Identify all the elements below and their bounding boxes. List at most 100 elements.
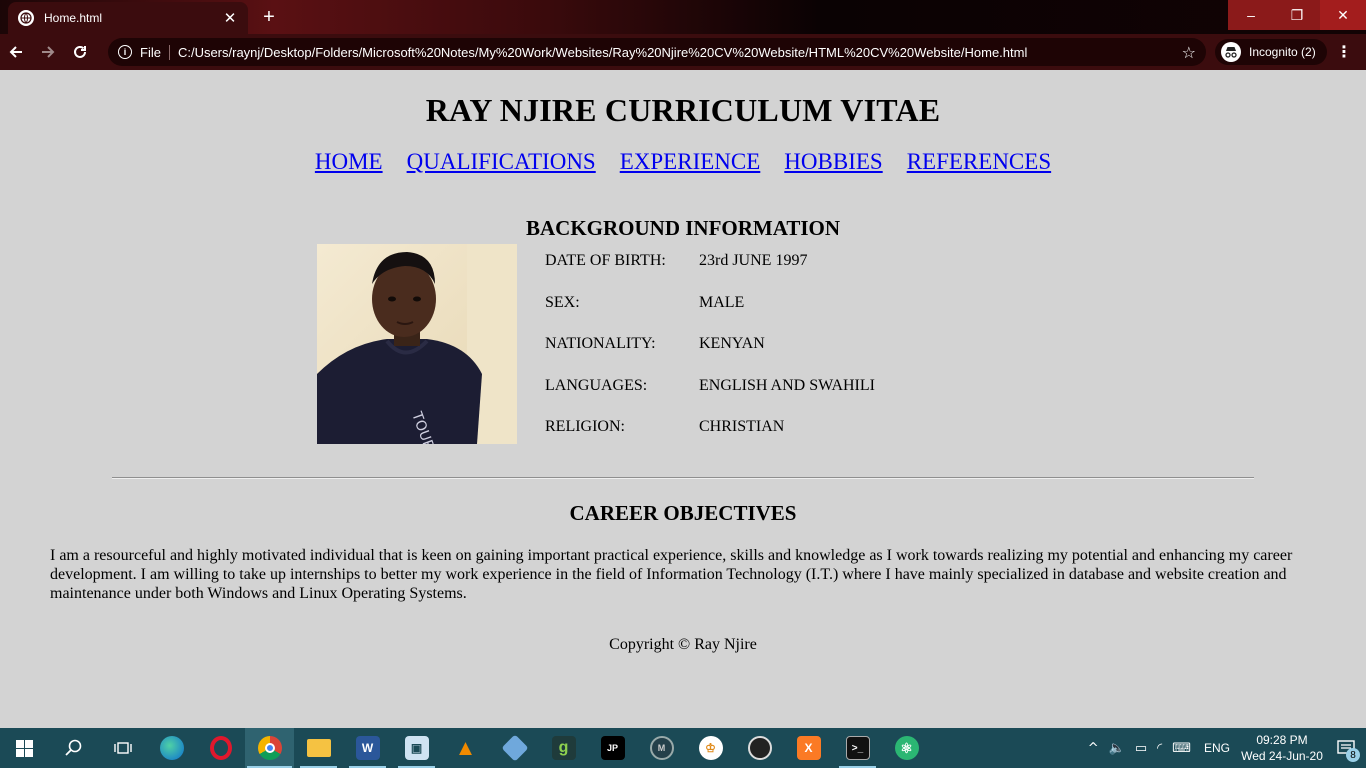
close-window-button[interactable]: ✕: [1320, 0, 1366, 30]
page-title: RAY NJIRE CURRICULUM VITAE: [425, 92, 941, 128]
taskbar-jetbrains[interactable]: JP: [588, 728, 637, 768]
info-value: 23rd JUNE 1997: [699, 252, 808, 269]
tab-title: Home.html: [44, 11, 103, 25]
background-heading: BACKGROUND INFORMATION: [525, 216, 841, 240]
info-row-languages: LANGUAGES: ENGLISH AND SWAHILI: [545, 377, 875, 419]
task-view-button[interactable]: [98, 728, 147, 768]
incognito-label: Incognito (2): [1249, 45, 1316, 59]
info-label: NATIONALITY:: [545, 335, 656, 353]
search-icon: [64, 739, 81, 756]
taskbar-virtualbox[interactable]: [490, 728, 539, 768]
notification-center-button[interactable]: 8: [1326, 728, 1366, 768]
taskbar-word[interactable]: W: [343, 728, 392, 768]
copyright-footer: Copyright © Ray Njire: [609, 636, 757, 653]
taskbar-vlc[interactable]: ▲: [441, 728, 490, 768]
g-app-icon: g: [551, 736, 576, 760]
taskbar: W ▣ ▲ g JP M ♔ X >_ ⚛ ^ 🔈 ▭ ◜ ⌨ ENG 09:2…: [0, 728, 1366, 768]
nav-link-hobbies[interactable]: HOBBIES: [784, 149, 882, 174]
speaker-icon[interactable]: 🔈: [1109, 741, 1125, 756]
window-controls: – ❐ ✕: [1228, 0, 1366, 30]
clock-time: 09:28 PM: [1256, 733, 1308, 747]
terminal-icon: >_: [845, 736, 870, 760]
wifi-icon[interactable]: ◜: [1157, 741, 1162, 756]
opera-icon: [209, 736, 232, 760]
battery-icon[interactable]: ▭: [1135, 741, 1147, 756]
taskbar-obs[interactable]: [735, 728, 784, 768]
arrow-left-icon: [9, 46, 22, 58]
arrow-right-icon: [42, 46, 55, 58]
back-button[interactable]: [0, 36, 32, 68]
clock-date: Wed 24-Jun-20: [1241, 749, 1323, 763]
new-tab-button[interactable]: +: [258, 6, 280, 29]
windows-logo-icon: [16, 739, 33, 757]
browser-titlebar: Home.html ✕ + – ❐ ✕: [0, 0, 1366, 34]
site-nav: HOME QUALIFICATIONS EXPERIENCE HOBBIES R…: [0, 149, 1366, 175]
minimize-button[interactable]: –: [1228, 0, 1274, 30]
seal-icon: M: [649, 736, 674, 760]
taskbar-opera[interactable]: [196, 728, 245, 768]
forward-button[interactable]: [32, 36, 64, 68]
nav-link-home[interactable]: HOME: [315, 149, 383, 174]
info-label: SEX:: [545, 293, 580, 311]
chevron-up-icon[interactable]: ^: [1088, 741, 1099, 756]
browser-toolbar: i File C:/Users/raynj/Desktop/Folders/Mi…: [0, 34, 1366, 70]
cube-icon: [500, 734, 529, 762]
crest-icon: ♔: [698, 736, 723, 760]
career-objectives-text: I am a resourceful and highly motivated …: [50, 547, 1293, 602]
clock[interactable]: 09:28 PM Wed 24-Jun-20: [1238, 732, 1326, 764]
web-page: RAY NJIRE CURRICULUM VITAE HOME QUALIFIC…: [0, 70, 1366, 728]
taskbar-xampp[interactable]: X: [784, 728, 833, 768]
nav-link-qualifications[interactable]: QUALIFICATIONS: [407, 149, 596, 174]
section-divider: [112, 477, 1254, 479]
language-indicator[interactable]: ENG: [1204, 741, 1230, 755]
background-info-table: DATE OF BIRTH: 23rd JUNE 1997 SEX: MALE …: [545, 252, 875, 460]
taskbar-app-seal[interactable]: M: [637, 728, 686, 768]
taskbar-edge[interactable]: [147, 728, 196, 768]
more-menu-icon[interactable]: ⋮: [1336, 42, 1352, 61]
reload-button[interactable]: [64, 36, 96, 68]
chrome-icon: [257, 736, 282, 760]
career-heading: CAREER OBJECTIVES: [569, 501, 797, 525]
incognito-icon: [1221, 42, 1241, 62]
nav-link-references[interactable]: REFERENCES: [907, 149, 1051, 174]
taskbar-remote-desktop[interactable]: ▣: [392, 728, 441, 768]
info-icon[interactable]: i: [118, 45, 132, 59]
info-row-nationality: NATIONALITY: KENYAN: [545, 335, 875, 377]
info-value: MALE: [699, 293, 745, 311]
task-view-icon: [113, 742, 132, 754]
url-text[interactable]: C:/Users/raynj/Desktop/Folders/Microsoft…: [178, 45, 1182, 60]
jetbrains-icon: JP: [600, 736, 625, 760]
info-row-religion: RELIGION: CHRISTIAN: [545, 418, 875, 460]
close-tab-icon[interactable]: ✕: [222, 9, 238, 27]
folder-icon: [306, 739, 331, 757]
browser-tab[interactable]: Home.html ✕: [8, 2, 248, 34]
taskbar-chrome[interactable]: [245, 728, 294, 768]
vlc-icon: ▲: [454, 735, 477, 760]
profile-photo: TOUR: [317, 244, 517, 444]
info-label: LANGUAGES:: [545, 376, 648, 394]
info-value: CHRISTIAN: [699, 418, 785, 436]
info-value: ENGLISH AND SWAHILI: [699, 376, 875, 394]
system-tray: ^ 🔈 ▭ ◜ ⌨ ENG 09:28 PM Wed 24-Jun-20 8: [1083, 728, 1366, 768]
globe-icon: [18, 10, 34, 26]
keyboard-icon[interactable]: ⌨: [1172, 741, 1191, 756]
incognito-indicator[interactable]: Incognito (2): [1215, 39, 1327, 65]
nav-link-experience[interactable]: EXPERIENCE: [620, 149, 761, 174]
notification-badge: 8: [1346, 748, 1360, 762]
restore-button[interactable]: ❐: [1274, 0, 1320, 30]
star-icon[interactable]: ☆: [1182, 43, 1196, 62]
obs-icon: [747, 736, 772, 760]
start-button[interactable]: [0, 728, 49, 768]
taskbar-terminal[interactable]: >_: [833, 728, 882, 768]
taskbar-app-crest[interactable]: ♔: [686, 728, 735, 768]
address-bar[interactable]: i File C:/Users/raynj/Desktop/Folders/Mi…: [108, 38, 1206, 66]
info-row-sex: SEX: MALE: [545, 294, 875, 336]
search-button[interactable]: [49, 728, 98, 768]
taskbar-gitkraken[interactable]: g: [539, 728, 588, 768]
word-icon: W: [355, 736, 380, 760]
info-label: RELIGION:: [545, 418, 625, 436]
info-row-dob: DATE OF BIRTH: 23rd JUNE 1997: [545, 252, 875, 294]
reload-icon: [74, 45, 86, 58]
taskbar-file-explorer[interactable]: [294, 728, 343, 768]
taskbar-atom[interactable]: ⚛: [882, 728, 931, 768]
